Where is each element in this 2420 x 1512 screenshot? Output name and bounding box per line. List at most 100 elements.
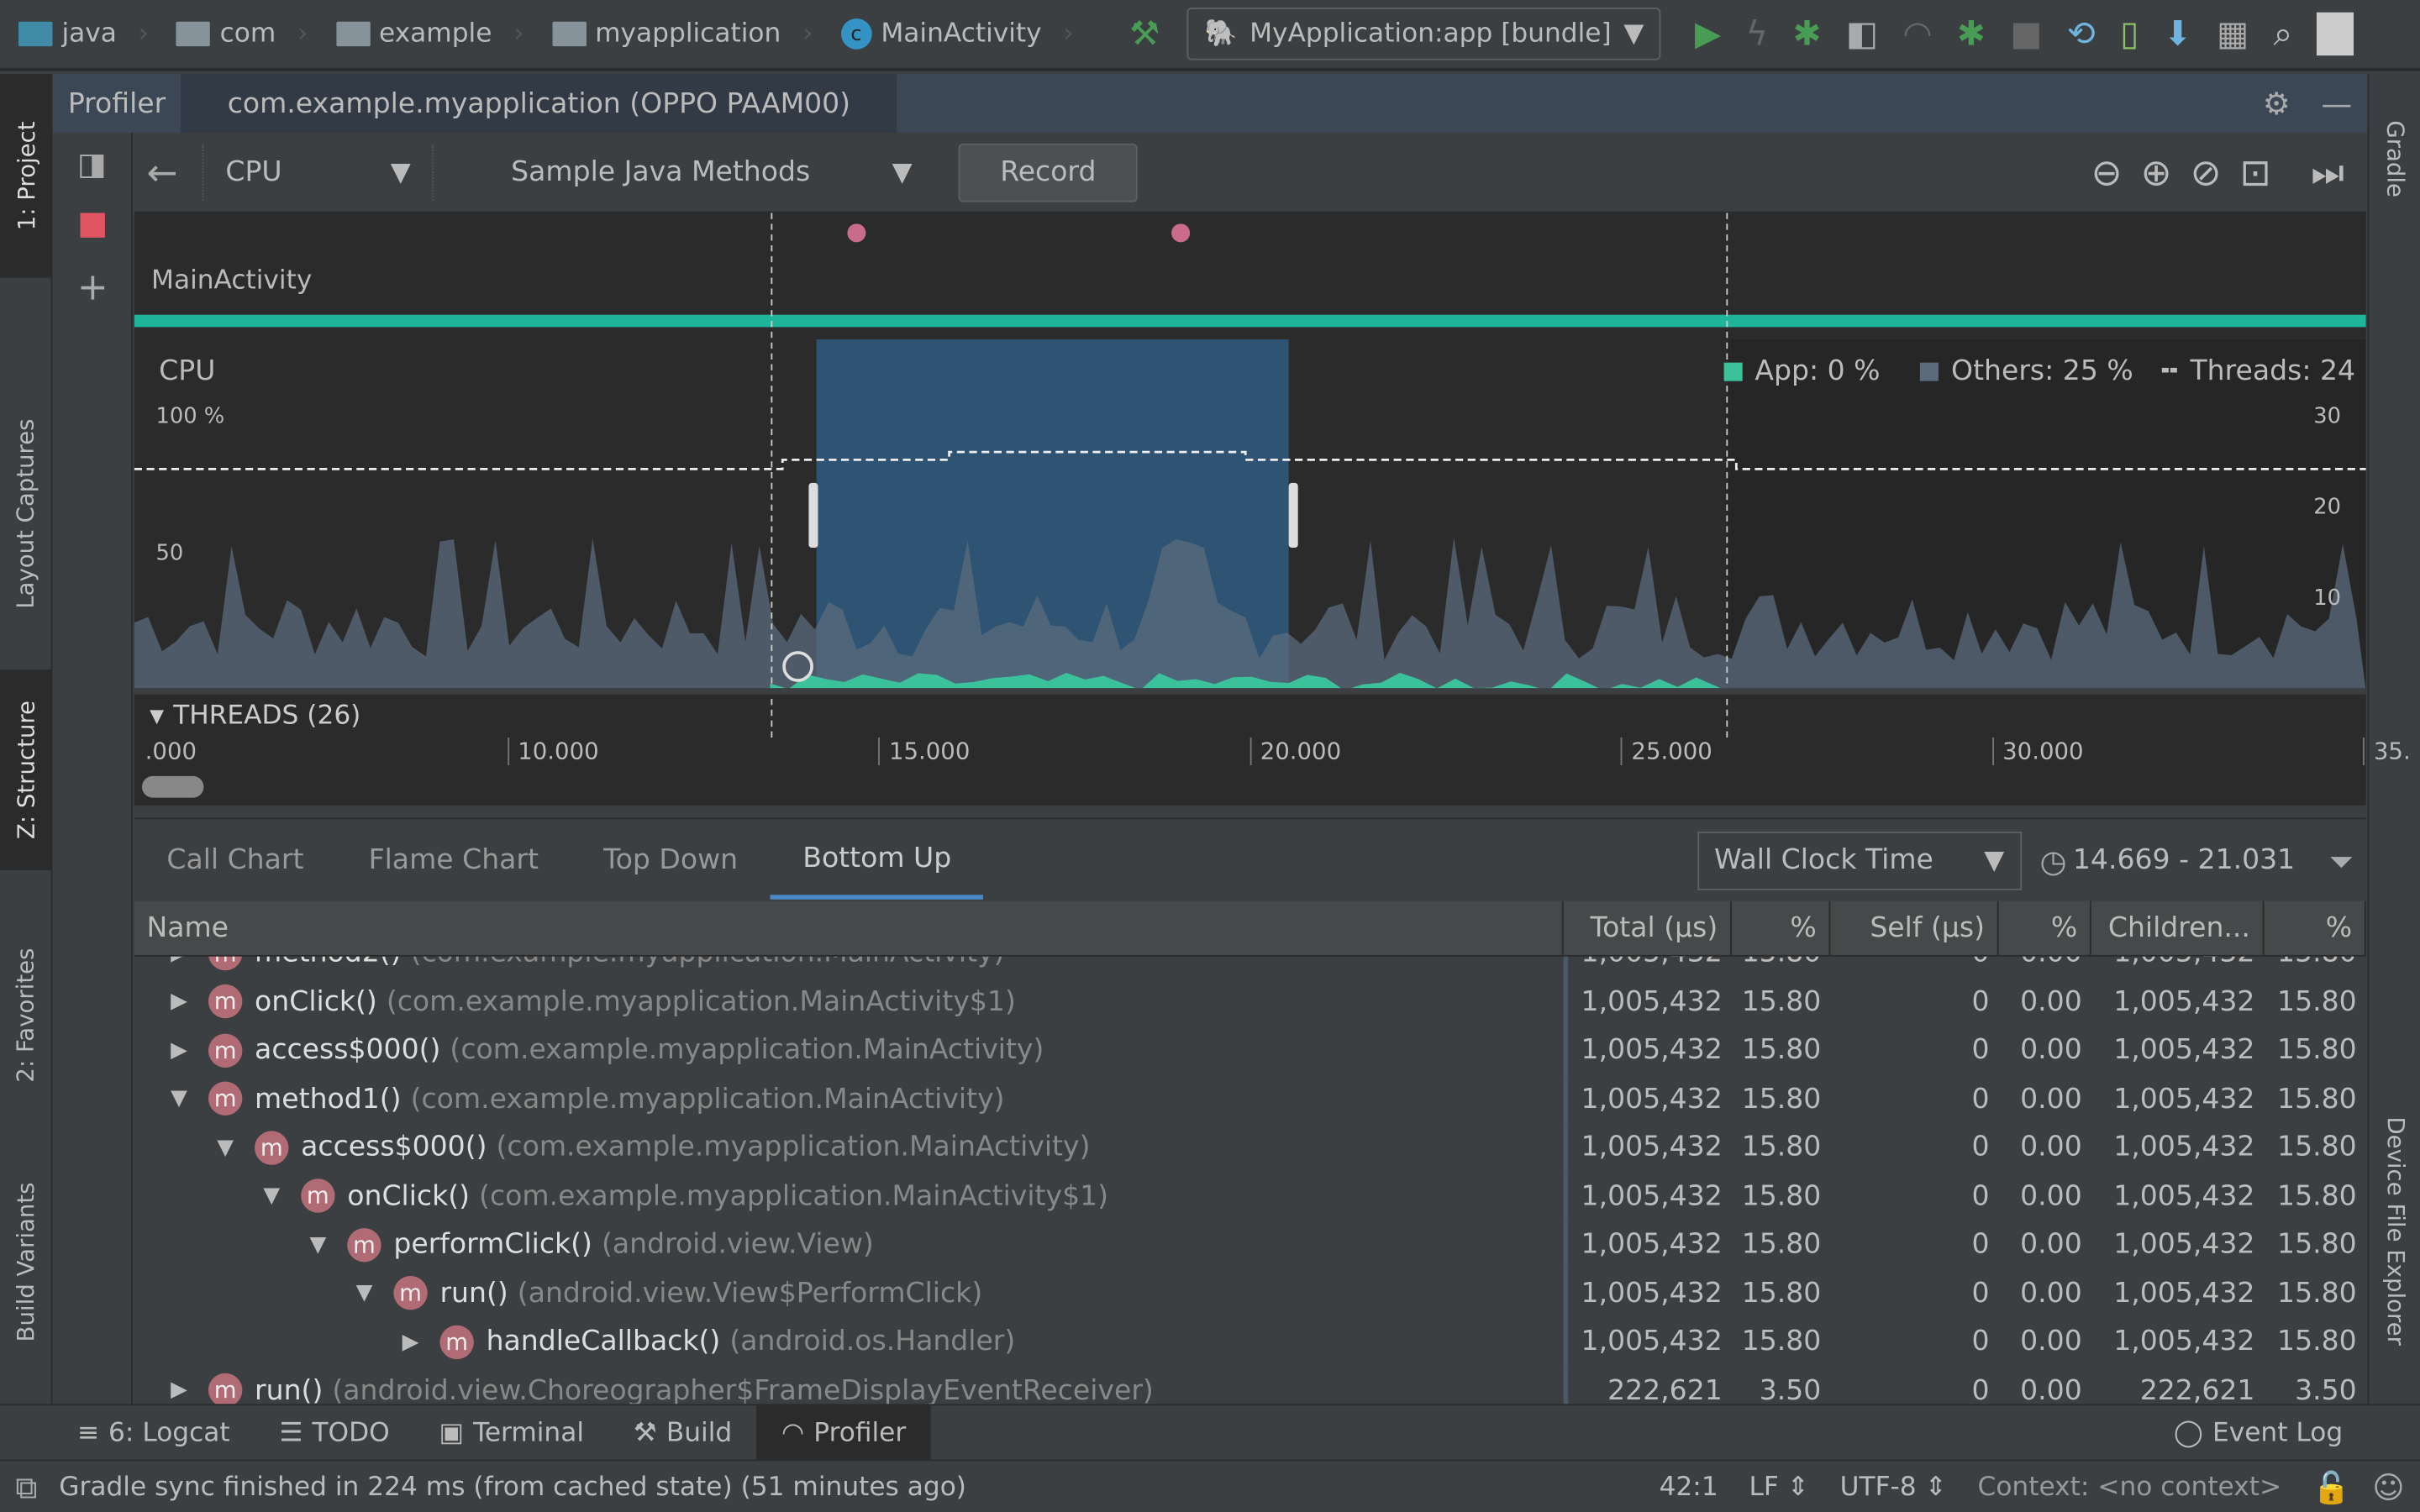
avatar[interactable] [2317,12,2354,56]
context[interactable]: Context: <no context> [1978,1471,2282,1502]
toggle-sessions-icon[interactable]: ◨ [77,145,107,182]
column-header[interactable]: Children... [2091,900,2265,955]
breadcrumb: java › com › example › myapplication › c MainActi… [0,18,1102,50]
zoom-in-icon[interactable]: ⊕ [2141,150,2172,193]
navigation-bar: java › com › example › myapplication › c MainActi… [0,0,2420,71]
threads-toggle[interactable]: ▼ THREADS (26) [150,701,360,732]
caret-position[interactable]: 42:1 [1660,1471,1718,1502]
tab-call-chart[interactable]: Call Chart [134,822,336,899]
expand-arrow-icon[interactable]: ▶ [162,1038,196,1063]
attach-debugger-icon[interactable]: ✱ [1957,14,1986,53]
column-header[interactable]: % [1999,900,2091,955]
table-row[interactable]: ▶ m method2() (com.example.myapplication.Ma… [134,956,2366,978]
tool-tab-logcat[interactable]: ≡ 6: Logcat [52,1404,255,1460]
go-live-icon[interactable]: ⏭ [2311,150,2344,193]
collapse-arrow-icon[interactable]: ▼ [162,1087,196,1111]
stop-session-icon[interactable] [80,213,105,238]
run-config-select[interactable]: 🐘 MyApplication:app [bundle] ▼ [1187,8,1661,60]
table-row[interactable]: ▶ m access$000() (com.example.myapplication… [134,1026,2366,1075]
tab-project[interactable]: 1: Project [0,74,53,278]
tab-favorites[interactable]: 2: Favorites [0,922,52,1107]
tab-top-down[interactable]: Top Down [571,822,771,899]
cpu-timeline[interactable]: MainActivity CPU 100 % 50 30 20 10 App: … [134,213,2411,806]
expand-arrow-icon[interactable]: ▶ [162,1378,196,1403]
collapse-arrow-icon[interactable]: ▼ [255,1184,288,1208]
breadcrumb-item[interactable]: example › [335,18,524,50]
debug-icon[interactable]: ✱ [1793,14,1822,53]
column-header[interactable]: % [1732,900,1831,955]
unselected-range [1727,339,2366,691]
table-row[interactable]: ▶ m onClick() (com.example.myapplication.Ma… [134,977,2366,1026]
children-percent: 15.80 [2277,1131,2357,1164]
zoom-to-selection-icon[interactable]: ⊡ [2240,150,2271,193]
tool-tab-label: TODO [312,1417,390,1448]
table-row[interactable]: ▼ m onClick() (com.example.myapplication.Ma… [134,1171,2366,1221]
inspector-icon[interactable]: ☺ [2372,1468,2404,1505]
tool-tab-terminal[interactable]: ▣ Terminal [414,1404,608,1460]
tab-bottom-up[interactable]: Bottom Up [770,822,984,899]
tab-structure[interactable]: Z: Structure [0,669,53,870]
breadcrumb-item[interactable]: com › [176,18,308,50]
tool-tab-todo[interactable]: ☰ TODO [255,1404,414,1460]
breadcrumb-item[interactable]: java › [18,18,149,50]
tab-build-variants[interactable]: Build Variants [0,1154,52,1370]
apply-changes-icon[interactable]: ϟ [1746,14,1769,53]
lock-icon[interactable]: 🔓 [2312,1468,2351,1505]
tool-tab-build[interactable]: ⚒ Build [608,1404,756,1460]
table-row[interactable]: ▶ m handleCallback() (android.os.Handler) 1… [134,1317,2366,1367]
breadcrumb-item[interactable]: myapplication › [551,18,813,50]
record-button[interactable]: Record [958,142,1138,202]
tab-flame-chart[interactable]: Flame Chart [336,822,571,899]
table-row[interactable]: ▶ m run() (android.view.Choreographer$Frame… [134,1366,2366,1404]
gear-icon[interactable]: ⚙ [2263,85,2291,122]
coverage-icon[interactable]: ◧ [1846,14,1878,53]
encoding[interactable]: UTF-8 ⇕ [1840,1471,1947,1502]
column-header[interactable]: Total (µs) [1564,900,1732,955]
table-row[interactable]: ▼ m performClick() (android.view.View) 1,00… [134,1220,2366,1269]
table-row[interactable]: ▼ m method1() (com.example.myapplication.Ma… [134,1074,2366,1124]
folder-icon [18,21,53,47]
collapse-arrow-icon[interactable]: ▼ [301,1232,334,1257]
tab-layout-captures[interactable]: Layout Captures [0,383,52,645]
filter-icon[interactable]: ⏷ [2329,842,2354,879]
timeline-scrollbar[interactable] [141,775,204,798]
line-separator[interactable]: LF ⇕ [1749,1471,1808,1502]
tab-device-file-explorer[interactable]: Device File Explorer [2369,1092,2420,1370]
expand-arrow-icon[interactable]: ▶ [162,990,196,1014]
column-header[interactable]: % [2264,900,2366,955]
build-hammer-icon[interactable]: ⚒ [1129,14,1160,53]
tool-tab-profiler[interactable]: ◠ Profiler [756,1404,931,1461]
stop-icon[interactable]: ■ [2010,14,2042,53]
toggle-tool-windows-icon[interactable]: ⧉ [15,1468,37,1505]
collapse-arrow-icon[interactable]: ▼ [208,1135,242,1159]
cpu-usage-chart[interactable] [134,213,2366,805]
session-tab[interactable]: com.example.myapplication (OPPO PAAM00) [181,74,897,133]
reset-zoom-icon[interactable]: ⊘ [2191,150,2222,193]
event-dot [847,223,866,243]
table-row[interactable]: ▼ m access$000() (com.example.myapplication… [134,1123,2366,1172]
android-studio-window: java › com › example › myapplication › c MainActi… [0,0,2420,1512]
search-icon[interactable]: ⌕ [2274,14,2293,53]
zoom-out-icon[interactable]: ⊖ [2091,150,2123,193]
column-header[interactable]: Self (µs) [1830,900,1999,955]
table-row[interactable]: ▼ m run() (android.view.View$PerformClick) … [134,1268,2366,1318]
back-arrow-icon[interactable]: ← [146,150,177,193]
clock-select[interactable]: Wall Clock Time ▼ [1697,831,2022,890]
expand-arrow-icon[interactable]: ▶ [393,1330,427,1354]
profile-icon[interactable]: ◠ [1902,14,1932,53]
event-log-button[interactable]: ◯ Event Log [2149,1404,2368,1460]
project-structure-icon[interactable]: ▦ [2217,14,2249,53]
sync-gradle-icon[interactable]: ⟲ [2067,14,2096,53]
run-icon[interactable]: ▶ [1695,14,1721,53]
minimize-icon[interactable]: — [2321,85,2352,122]
config-select[interactable]: Sample Java Methods ▼ [434,144,943,200]
monitor-select[interactable]: CPU ▼ [202,144,434,200]
avd-manager-icon[interactable]: ▯ [2120,14,2139,53]
breadcrumb-item[interactable]: c MainActivity › [840,18,1074,50]
sdk-manager-icon[interactable]: ⬇ [2164,14,2192,53]
tab-gradle[interactable]: Gradle [2369,90,2420,228]
column-header[interactable]: Name [134,900,1564,955]
expand-arrow-icon[interactable]: ▶ [162,957,196,966]
collapse-arrow-icon[interactable]: ▼ [347,1281,381,1305]
add-session-icon[interactable]: + [77,265,108,308]
